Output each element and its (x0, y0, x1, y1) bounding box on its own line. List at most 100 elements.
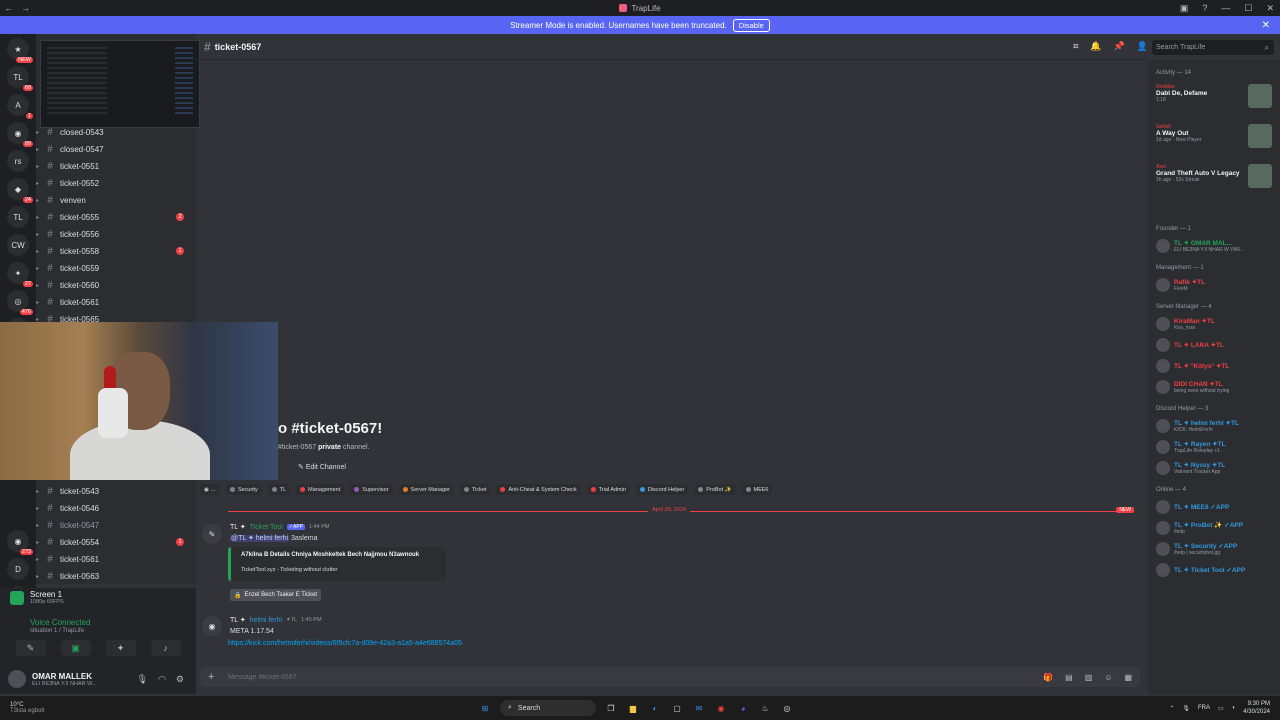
member-item[interactable]: TL ✦ °Kittys° ✦TL (1156, 356, 1276, 376)
screen-share-button[interactable]: ▣ (60, 640, 91, 656)
close-window-icon[interactable]: ✕ (1266, 3, 1274, 14)
channel-item[interactable]: ▸ # ticket-0560 (36, 277, 196, 293)
apps-icon[interactable]: ▦ (1124, 673, 1132, 682)
role-tag[interactable]: Discord Helper (635, 484, 689, 495)
chevron-up-icon[interactable]: ⌃ (1169, 705, 1174, 712)
role-tag[interactable]: Trial Admin (586, 484, 630, 495)
role-more[interactable]: ◉ … (200, 484, 220, 495)
mic-icon[interactable]: 🎙 (137, 674, 148, 685)
channel-item[interactable]: ▸ # ticket-0546 (36, 500, 196, 516)
voice-connected-status[interactable]: Voice Connected situation 1 / TrapLife (14, 618, 91, 634)
chrome-icon[interactable]: ◉ (714, 701, 728, 715)
channel-item[interactable]: ▸ # ticket-0547 (36, 517, 196, 533)
member-item[interactable]: TL ✦ ProBot ✨ ✓APP/help (1156, 518, 1276, 538)
disable-button[interactable]: Disable (732, 18, 770, 32)
camera-button[interactable]: ✎ (15, 640, 46, 656)
server-icon[interactable]: D (7, 558, 29, 580)
mic-tray-icon[interactable]: 🎙 (1182, 705, 1190, 712)
server-icon[interactable]: ◆ 24 (7, 178, 33, 203)
screen-share-item[interactable]: Screen 1 1080p 60FPS (10, 590, 64, 605)
video-link[interactable]: https://kick.com/helmiferhi/videos/6f5cf… (228, 640, 462, 647)
minimize-icon[interactable]: — (1221, 3, 1230, 13)
member-item[interactable]: TL ✦ helmi ferhi ✦TL KICK: HelmiFerhi (1156, 416, 1276, 436)
role-tag[interactable]: Supervisor (350, 484, 393, 495)
member-item[interactable]: TL ✦ Ticket Tool ✓APP (1156, 560, 1276, 580)
discord-icon[interactable]: ◕ (736, 701, 750, 715)
inbox-icon[interactable]: ▣ (1180, 3, 1189, 14)
activity-card[interactable]: Axel Grand Theft Auto V Legacy 1h ago · 52… (1156, 164, 1272, 194)
role-tag[interactable]: Ticket (459, 484, 491, 495)
channel-item[interactable]: ▸ # ticket-0563 (36, 568, 196, 584)
member-item[interactable]: TL ✦ Security ✓APP/help | securitybot.gg (1156, 539, 1276, 559)
avatar[interactable] (8, 670, 26, 688)
channel-item[interactable]: ▸ # ticket-0558 1 (36, 243, 196, 259)
help-icon[interactable]: ? (1202, 3, 1207, 13)
gif-icon[interactable]: ▤ (1065, 673, 1073, 682)
role-tag[interactable]: TL (267, 484, 291, 495)
members-icon[interactable]: 👤 (1137, 41, 1148, 52)
channel-item[interactable]: ▸ # ticket-0559 (36, 260, 196, 276)
channel-item[interactable]: ▸ # ticket-0552 (36, 175, 196, 191)
gift-icon[interactable]: 🎁 (1043, 673, 1053, 682)
search-input[interactable]: Search TrapLife ⌕ (1152, 40, 1274, 55)
member-item[interactable]: TL ✦ MEE6 ✓APP (1156, 497, 1276, 517)
role-tag[interactable]: Management (296, 484, 345, 495)
channel-item[interactable]: ▸ # venven (36, 192, 196, 208)
member-item[interactable]: KiraMan ✦TL Kira_man (1156, 314, 1276, 334)
role-tag[interactable]: Server Manager (398, 484, 454, 495)
activity-card[interactable]: Selfish A Way Out 1d ago · New Player (1156, 124, 1272, 154)
close-ticket-button[interactable]: 🔒 Enzel Bech Tsaker E Ticket (230, 589, 322, 601)
channel-item[interactable]: ▸ # ticket-0554 1 (36, 534, 196, 550)
volume-icon[interactable]: ◖ (1232, 705, 1236, 711)
task-view-icon[interactable]: ❐ (604, 701, 618, 715)
start-icon[interactable]: ⊞ (478, 701, 492, 715)
stream-preview[interactable] (40, 40, 200, 128)
server-icon[interactable]: ✦ 27 (7, 262, 33, 287)
member-item[interactable]: TL ✦ OMAR MAL... ELI BE3NA Y.II NHAR W YA… (1156, 236, 1276, 256)
ticket-tool-avatar[interactable]: ✎ (202, 524, 222, 544)
role-tag[interactable]: Anti-Cheat & System Check (496, 484, 581, 495)
network-icon[interactable]: ▭ (1218, 705, 1224, 712)
threads-icon[interactable]: ⌗ (1073, 41, 1078, 52)
message-composer[interactable]: + Message #ticket-0567 🎁 ▤ ▨ ☺ ▦ (200, 667, 1140, 687)
taskbar-search[interactable]: ⌕ Search (500, 700, 596, 716)
folder-icon[interactable]: ▆ (626, 701, 640, 715)
language-indicator[interactable]: FRA (1198, 705, 1210, 711)
channel-item[interactable]: ▸ # closed-0547 (36, 141, 196, 157)
clock[interactable]: 9:30 PM 4/30/2024 (1243, 700, 1270, 716)
pin-icon[interactable]: 📌 (1114, 41, 1125, 52)
maximize-icon[interactable]: ☐ (1244, 3, 1252, 14)
channel-item[interactable]: ▸ # ticket-0543 (36, 483, 196, 499)
server-icon[interactable]: CW (7, 234, 29, 256)
server-icon[interactable]: TL 68 (7, 66, 33, 91)
edit-channel-button[interactable]: ✎ Edit Channel (298, 463, 346, 471)
weather-widget[interactable]: 10°C T3ista egbolt (10, 702, 44, 714)
channel-item[interactable]: ▸ # ticket-0561 (36, 551, 196, 567)
emoji-icon[interactable]: ☺ (1104, 673, 1112, 682)
member-item[interactable]: TL ✦ Rayen ✦TL TrapLife Roleplay +1 (1156, 437, 1276, 457)
activity-card[interactable]: KiraMan Dabl De, Defame 1:18 (1156, 84, 1272, 114)
helmi-avatar[interactable]: ◉ (202, 616, 222, 636)
member-item[interactable]: TL ✦ Nyssy ✦TL Valorant Tracker App (1156, 458, 1276, 478)
store-icon[interactable]: ▢ (670, 701, 684, 715)
back-arrow-icon[interactable]: ← (4, 3, 13, 13)
channel-item[interactable]: ▸ # ticket-0555 2 (36, 209, 196, 225)
role-tag[interactable]: Security (225, 484, 262, 495)
server-icon[interactable]: ◉ 99 (7, 122, 33, 147)
channel-item[interactable]: ▸ # ticket-0551 (36, 158, 196, 174)
activities-button[interactable]: ✦ (105, 640, 136, 656)
mail-icon[interactable]: ✉ (692, 701, 706, 715)
message-author[interactable]: Ticket Tool (250, 524, 283, 531)
forward-arrow-icon[interactable]: → (21, 3, 30, 13)
banner-close-icon[interactable]: ✕ (1262, 20, 1270, 31)
headset-icon[interactable]: ◠ (158, 674, 166, 685)
bell-icon[interactable]: 🔔 (1090, 41, 1101, 52)
server-icon[interactable]: rs (7, 150, 29, 172)
member-item[interactable]: Rafik ✦TL FiveM (1156, 275, 1276, 295)
steam-icon[interactable]: ♨ (758, 701, 772, 715)
channel-item[interactable]: ▸ # ticket-0556 (36, 226, 196, 242)
role-tag[interactable]: MEE6 (741, 484, 773, 495)
role-tag[interactable]: ProBot ✨ (694, 484, 736, 495)
channel-item[interactable]: ▸ # ticket-0561 (36, 294, 196, 310)
server-icon[interactable]: ◎ 476 (7, 290, 33, 315)
